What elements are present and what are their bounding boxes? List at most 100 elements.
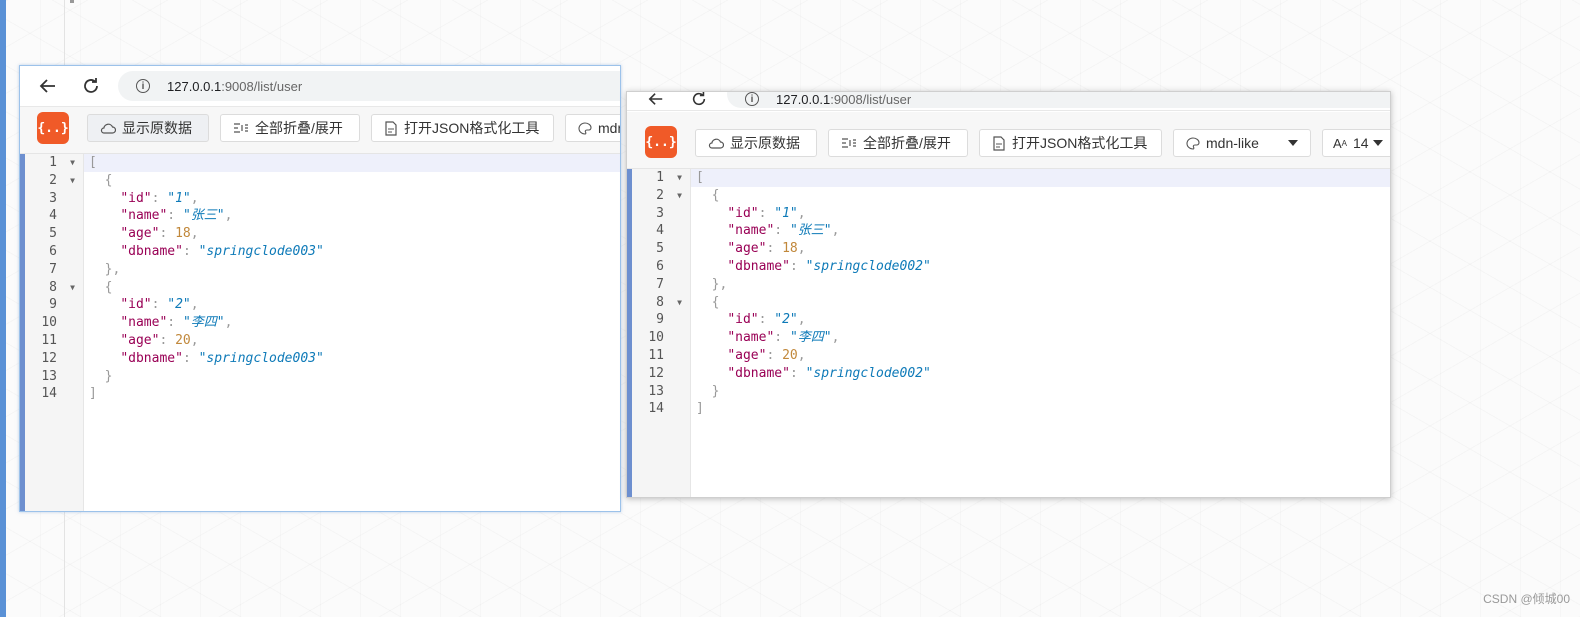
code-token: : [789, 258, 806, 274]
code-token: : [151, 297, 168, 313]
line-number-text: 10 [648, 330, 664, 346]
code-token: : [182, 350, 199, 366]
browser-window-2: i 127.0.0.1:9008/list/user {..} 显示原数据 全部… [626, 91, 1391, 498]
code-token: "name" [120, 208, 168, 224]
url-text: 127.0.0.1:9008/list/user [167, 78, 303, 94]
line-number: 14 [632, 400, 690, 418]
code-token: "dbname" [120, 350, 183, 366]
theme-select-value: mdn [598, 120, 620, 136]
code-token: , [190, 332, 199, 348]
code-line: }, [691, 276, 1390, 294]
reload-icon[interactable] [79, 74, 103, 98]
line-number: 10 [25, 314, 83, 332]
fold-toggle-icon[interactable]: ▼ [70, 279, 75, 297]
line-number: 3 [25, 190, 83, 208]
line-number-text: 3 [656, 205, 664, 221]
json-editor[interactable]: 1 ▼ 2 ▼ 3 4 5 6 7 8 ▼ 9 10 11 12 13 14 [ { "id": "1", "n… [627, 169, 1390, 497]
address-bar: i 127.0.0.1:9008/list/user [20, 66, 620, 107]
code-token: "id" [120, 190, 152, 206]
cloud-icon [100, 122, 116, 134]
font-size-select[interactable]: AA 14 [1322, 129, 1390, 157]
url-field[interactable]: i 127.0.0.1:9008/list/user [118, 71, 620, 101]
code-token: , [797, 312, 806, 328]
open-formatter-button[interactable]: 打开JSON格式化工具 [371, 114, 554, 142]
json-extension-logo: {..} [37, 112, 69, 144]
line-number-text: 2 [656, 187, 664, 203]
browser-window-1: i 127.0.0.1:9008/list/user {..} 显示原数据 全部… [19, 65, 621, 512]
code-token: "2" [774, 312, 798, 328]
code-token: , [797, 241, 806, 257]
json-editor[interactable]: 1 ▼ 2 ▼ 3 4 5 6 7 8 ▼ 9 10 11 12 13 14 [ { "id": "1", "n… [20, 154, 620, 511]
code-line: "name": "张三", [84, 207, 620, 225]
theme-select[interactable]: mdn [565, 114, 620, 142]
code-line: "age": 18, [691, 240, 1390, 258]
address-bar: i 127.0.0.1:9008/list/user [627, 92, 1390, 111]
line-number: 6 [632, 258, 690, 276]
code-line: }, [84, 261, 620, 279]
fold-toggle-icon[interactable]: ▼ [70, 172, 75, 190]
code-token: : [182, 243, 199, 259]
code-line: "id": "1", [691, 205, 1390, 223]
line-number: 1 ▼ [632, 169, 690, 187]
theme-select[interactable]: mdn-like [1173, 129, 1311, 157]
code-area[interactable]: [ { "id": "1", "name": "张三", "age": 18, … [691, 169, 1390, 497]
line-number-text: 13 [648, 383, 664, 399]
line-number: 9 [25, 296, 83, 314]
code-token: ] [696, 401, 704, 417]
code-area[interactable]: [ { "id": "1", "name": "张三", "age": 18, … [84, 154, 620, 511]
show-raw-button[interactable]: 显示原数据 [87, 114, 209, 142]
line-number-text: 8 [656, 294, 664, 310]
fold-toggle-icon[interactable]: ▼ [677, 294, 682, 312]
code-token: "1" [774, 205, 798, 221]
url-field[interactable]: i 127.0.0.1:9008/list/user [727, 91, 1390, 108]
line-number-text: 6 [656, 258, 664, 274]
line-number: 12 [632, 365, 690, 383]
fold-list-icon [233, 122, 249, 134]
line-number-text: 7 [656, 276, 664, 292]
fold-toggle-icon[interactable]: ▼ [70, 154, 75, 172]
left-edge-bar [0, 0, 6, 617]
code-token: : [774, 223, 790, 239]
site-info-icon[interactable]: i [136, 79, 150, 93]
code-token: , [831, 223, 840, 239]
fold-toggle-icon[interactable]: ▼ [677, 169, 682, 187]
font-size-icon: AA [1333, 135, 1348, 151]
code-token: : [766, 347, 783, 363]
line-number-text: 1 [656, 170, 664, 185]
code-token: : [758, 312, 775, 328]
fold-all-label: 全部折叠/展开 [255, 120, 343, 136]
code-line: ] [691, 400, 1390, 418]
open-formatter-label: 打开JSON格式化工具 [1012, 135, 1148, 151]
reload-icon[interactable] [688, 92, 710, 109]
code-line: "dbname": "springclode003" [84, 243, 620, 261]
code-token: "李四" [789, 330, 832, 346]
theme-select-value: mdn-like [1206, 135, 1259, 151]
line-number-gutter: 1 ▼ 2 ▼ 3 4 5 6 7 8 ▼ 9 10 11 12 13 14 [20, 154, 84, 511]
code-line: { [691, 187, 1390, 205]
url-text: 127.0.0.1:9008/list/user [776, 91, 912, 107]
page-dot [70, 0, 74, 3]
fold-all-button[interactable]: 全部折叠/展开 [220, 114, 360, 142]
fold-all-button[interactable]: 全部折叠/展开 [828, 129, 968, 157]
code-token: , [224, 315, 233, 331]
show-raw-button[interactable]: 显示原数据 [695, 129, 817, 157]
line-number-text: 12 [41, 350, 57, 366]
code-token: , [797, 205, 806, 221]
back-arrow-icon[interactable] [36, 74, 60, 98]
open-formatter-button[interactable]: 打开JSON格式化工具 [979, 129, 1162, 157]
site-info-icon[interactable]: i [745, 92, 759, 106]
json-toolbar: {..} 显示原数据 全部折叠/展开 打开JSON格式化工具 mdn-like … [627, 112, 1390, 169]
code-token: "age" [727, 241, 767, 257]
line-number-text: 12 [648, 365, 664, 381]
back-arrow-icon[interactable] [645, 92, 667, 109]
code-token: { [696, 187, 720, 203]
code-token: , [190, 297, 199, 313]
fold-toggle-icon[interactable]: ▼ [677, 187, 682, 205]
